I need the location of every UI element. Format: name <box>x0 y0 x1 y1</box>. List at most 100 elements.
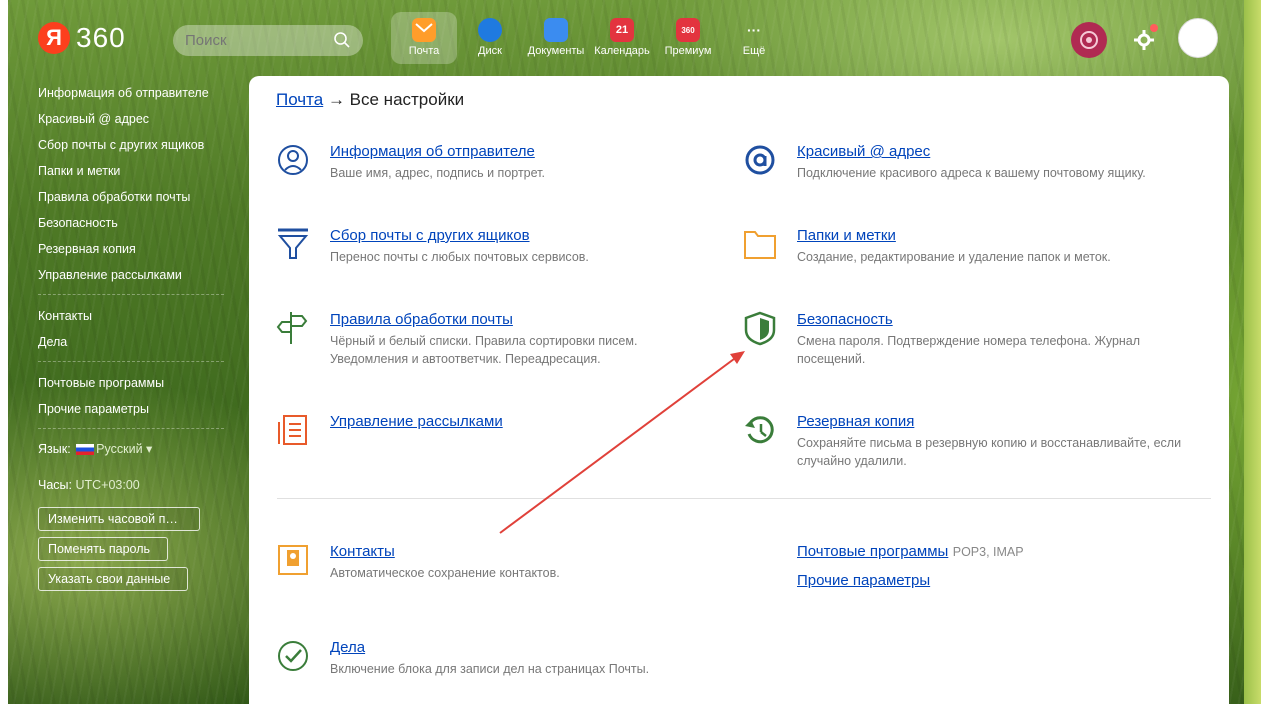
card-title[interactable]: Дела <box>330 639 649 656</box>
sidebar-item-other[interactable]: Прочие параметры <box>38 396 228 422</box>
breadcrumb-mail-link[interactable]: Почта <box>276 90 323 109</box>
premium-icon: 360 <box>676 18 700 42</box>
other-params-row: Прочие параметры <box>797 571 930 589</box>
card-desc: Подключение красивого адреса к вашему по… <box>797 166 1146 180</box>
logo-text: 360 <box>76 22 126 53</box>
card-title[interactable]: Правила обработки почты <box>330 311 660 328</box>
other-params-link[interactable]: Прочие параметры <box>797 572 930 589</box>
card-collect-mail: Сбор почты с других ящиков Перенос почты … <box>276 226 696 266</box>
card-title[interactable]: Безопасность <box>797 311 1157 328</box>
language-value: Русский <box>96 442 143 456</box>
avatar[interactable] <box>1178 18 1218 58</box>
card-contacts: Контакты Автоматическое сохранение контак… <box>276 542 696 582</box>
yandex-logo-icon: Я <box>38 22 70 54</box>
divider <box>38 428 224 429</box>
notification-dot <box>1150 24 1158 32</box>
search-icon[interactable] <box>333 31 351 49</box>
russia-flag-icon <box>76 444 95 456</box>
card-rules: Правила обработки почты Чёрный и белый сп… <box>276 310 696 368</box>
folder-icon <box>744 231 776 259</box>
app-label: Документы <box>527 45 585 57</box>
plus-badge-icon[interactable] <box>1071 22 1107 58</box>
language-row[interactable]: Язык: Русский ▾ <box>38 439 228 459</box>
app-switcher: Почта Диск Документы 21 Календарь 360 Пр… <box>391 12 787 64</box>
section-divider <box>277 498 1211 499</box>
card-desc: Автоматическое сохранение контактов. <box>330 566 560 580</box>
funnel-icon <box>277 228 309 259</box>
card-title[interactable]: Сбор почты с других ящиков <box>330 227 589 244</box>
sidebar-item-sender-info[interactable]: Информация об отправителе <box>38 80 228 106</box>
app-label: Диск <box>478 45 502 57</box>
app-mail[interactable]: Почта <box>391 12 457 64</box>
card-todo: Дела Включение блока для записи дел на ст… <box>276 638 696 678</box>
card-title[interactable]: Резервная копия <box>797 413 1197 430</box>
card-desc: Создание, редактирование и удаление папо… <box>797 250 1111 264</box>
card-title[interactable]: Информация об отправителе <box>330 143 545 160</box>
card-folders: Папки и метки Создание, редактирование и … <box>743 226 1173 266</box>
app-calendar[interactable]: 21 Календарь <box>589 12 655 64</box>
app-premium[interactable]: 360 Премиум <box>655 12 721 64</box>
sidebar-item-security[interactable]: Безопасность <box>38 210 228 236</box>
contact-card-icon <box>278 545 308 575</box>
list-icon <box>278 415 307 445</box>
change-timezone-button[interactable]: Изменить часовой п… <box>38 507 200 531</box>
at-sign-icon <box>745 145 775 175</box>
card-desc: Ваше имя, адрес, подпись и портрет. <box>330 166 545 180</box>
app-documents[interactable]: Документы <box>523 12 589 64</box>
language-label: Язык: <box>38 442 71 456</box>
sidebar-item-subscriptions[interactable]: Управление рассылками <box>38 262 228 288</box>
clock-value: UTC+03:00 <box>75 478 140 492</box>
right-edge-bar <box>1244 0 1261 704</box>
card-title[interactable]: Красивый @ адрес <box>797 143 1146 160</box>
divider <box>38 294 224 295</box>
change-password-button[interactable]: Поменять пароль <box>38 537 168 561</box>
app-label: Календарь <box>594 45 650 57</box>
clock-row: Часы: UTC+03:00 <box>38 475 228 495</box>
sidebar-item-mail-programs[interactable]: Почтовые программы <box>38 370 228 396</box>
set-personal-data-button[interactable]: Указать свои данные <box>38 567 188 591</box>
breadcrumb: Почта → Все настройки <box>276 90 464 110</box>
shield-icon <box>744 311 776 346</box>
sidebar-item-folders[interactable]: Папки и метки <box>38 158 228 184</box>
check-circle-icon <box>278 641 308 671</box>
card-nice-address: Красивый @ адрес Подключение красивого ад… <box>743 142 1173 182</box>
card-desc: Перенос почты с любых почтовых сервисов. <box>330 250 589 264</box>
sidebar-item-collect-mail[interactable]: Сбор почты с других ящиков <box>38 132 228 158</box>
app-label: Ещё <box>742 45 766 57</box>
sidebar-item-contacts[interactable]: Контакты <box>38 303 228 329</box>
more-icon: ··· <box>747 22 761 38</box>
card-sender-info: Информация об отправителе Ваше имя, адрес… <box>276 142 696 182</box>
person-circle-icon <box>278 145 308 175</box>
calendar-icon: 21 <box>610 18 634 42</box>
card-subscriptions: Управление рассылками <box>276 412 696 448</box>
divider <box>38 361 224 362</box>
logo[interactable]: Я 360 <box>38 22 126 54</box>
card-backup: Резервная копия Сохраняйте письма в резер… <box>743 412 1181 470</box>
card-title[interactable]: Папки и метки <box>797 227 1111 244</box>
sidebar-item-rules[interactable]: Правила обработки почты <box>38 184 228 210</box>
mail-programs-note: POP3, IMAP <box>952 545 1024 559</box>
card-security: Безопасность Смена пароля. Подтверждение … <box>743 310 1173 368</box>
app-disk[interactable]: Диск <box>457 12 523 64</box>
settings-panel: Почта → Все настройки Информация об отпр… <box>249 76 1229 704</box>
gear-icon[interactable] <box>1133 29 1155 51</box>
mail-icon <box>412 18 436 42</box>
disk-icon <box>478 18 502 42</box>
card-desc: Смена пароля. Подтверждение номера телеф… <box>797 334 1141 366</box>
top-header: Я 360 Почта Диск Документы 21 Календарь … <box>8 0 1248 72</box>
card-desc: Сохраняйте письма в резервную копию и во… <box>797 436 1182 468</box>
card-title[interactable]: Управление рассылками <box>330 413 503 430</box>
sidebar-item-todo[interactable]: Дела <box>38 329 228 355</box>
sidebar-item-backup[interactable]: Резервная копия <box>38 236 228 262</box>
breadcrumb-current: → Все настройки <box>323 90 465 109</box>
caret-down-icon: ▾ <box>146 442 153 456</box>
mail-programs-link[interactable]: Почтовые программы <box>797 543 948 560</box>
mail-programs-row: Почтовые программы POP3, IMAP <box>797 543 1024 561</box>
card-desc: Включение блока для записи дел на страни… <box>330 662 650 676</box>
card-title[interactable]: Контакты <box>330 543 560 560</box>
settings-sidebar: Информация об отправителе Красивый @ адр… <box>38 80 228 591</box>
app-more[interactable]: ··· Ещё <box>721 12 787 64</box>
history-icon <box>745 416 774 444</box>
card-desc: Чёрный и белый списки. Правила сортировк… <box>330 334 638 366</box>
sidebar-item-nice-address[interactable]: Красивый @ адрес <box>38 106 228 132</box>
